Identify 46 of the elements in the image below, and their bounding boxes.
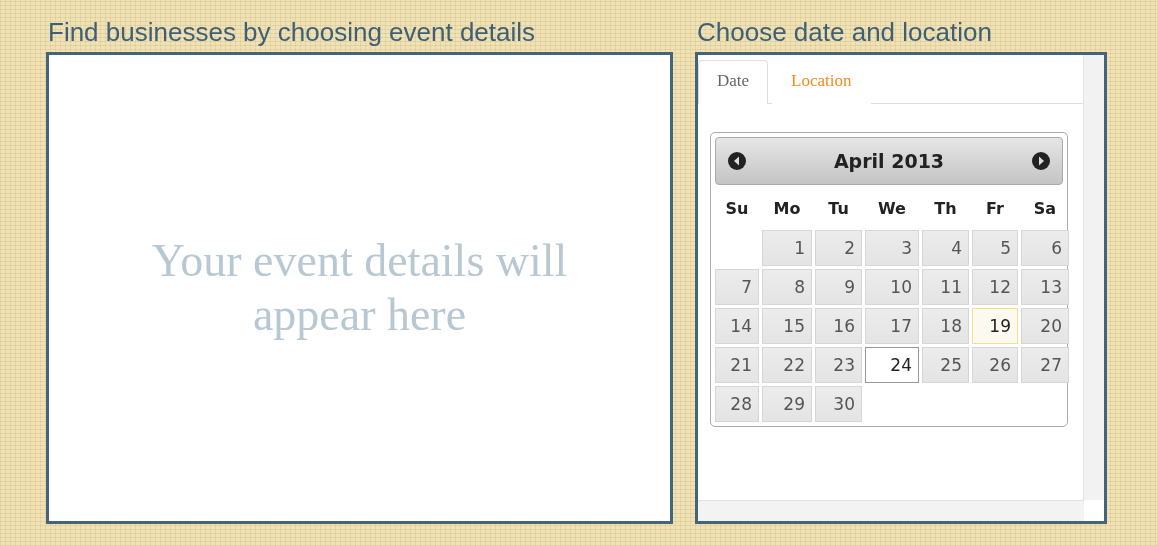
horizontal-scrollbar[interactable]	[698, 500, 1084, 521]
weekday-label: We	[877, 198, 907, 220]
day-cell[interactable]: 29	[762, 386, 812, 422]
weekday-label: Fr	[985, 198, 1005, 220]
day-cell[interactable]: 11	[922, 269, 969, 305]
month-title: April 2013	[833, 150, 945, 172]
day-cell[interactable]: 28	[715, 386, 759, 422]
day-cell[interactable]: 13	[1021, 269, 1069, 305]
day-cell[interactable]: 30	[815, 386, 862, 422]
section-title: Choose date and location	[696, 16, 993, 49]
previous-icon[interactable]	[728, 152, 746, 170]
weekday-label: Mo	[772, 198, 802, 220]
day-cell[interactable]: 4	[922, 230, 969, 266]
next-icon[interactable]	[1032, 152, 1050, 170]
day-cell[interactable]: 26	[972, 347, 1018, 383]
day-cell[interactable]: 6	[1021, 230, 1069, 266]
day-cell[interactable]: 22	[762, 347, 812, 383]
day-cell[interactable]: 24	[865, 347, 919, 383]
day-cell[interactable]: 14	[715, 308, 759, 344]
day-cell[interactable]: 17	[865, 308, 919, 344]
day-cell[interactable]: 20	[1021, 308, 1069, 344]
day-cell[interactable]: 19	[972, 308, 1018, 344]
day-cell[interactable]: 9	[815, 269, 862, 305]
weekday-label: Tu	[827, 198, 850, 220]
day-cell[interactable]: 2	[815, 230, 862, 266]
day-cell[interactable]: 18	[922, 308, 969, 344]
day-cell[interactable]: 12	[972, 269, 1018, 305]
weekday-label: Th	[933, 198, 958, 220]
weekday-label: Su	[724, 198, 750, 220]
day-cell[interactable]: 15	[762, 308, 812, 344]
day-cell[interactable]: 25	[922, 347, 969, 383]
day-cell[interactable]: 16	[815, 308, 862, 344]
day-cell[interactable]: 21	[715, 347, 759, 383]
day-cell[interactable]: 23	[815, 347, 862, 383]
tab[interactable]: Date	[698, 60, 769, 104]
vertical-scrollbar[interactable]	[1083, 55, 1104, 500]
day-cell[interactable]: 27	[1021, 347, 1069, 383]
section-title: Find businesses by choosing event details	[47, 16, 537, 49]
day-cell[interactable]: 1	[762, 230, 812, 266]
day-cell[interactable]: 5	[972, 230, 1018, 266]
day-cell[interactable]: 7	[715, 269, 759, 305]
day-cell[interactable]: 10	[865, 269, 919, 305]
day-cell[interactable]: 3	[865, 230, 919, 266]
day-cell[interactable]: 8	[762, 269, 812, 305]
placeholder-text: Your event details will appear here	[150, 234, 569, 342]
weekday-label: Sa	[1032, 198, 1058, 220]
